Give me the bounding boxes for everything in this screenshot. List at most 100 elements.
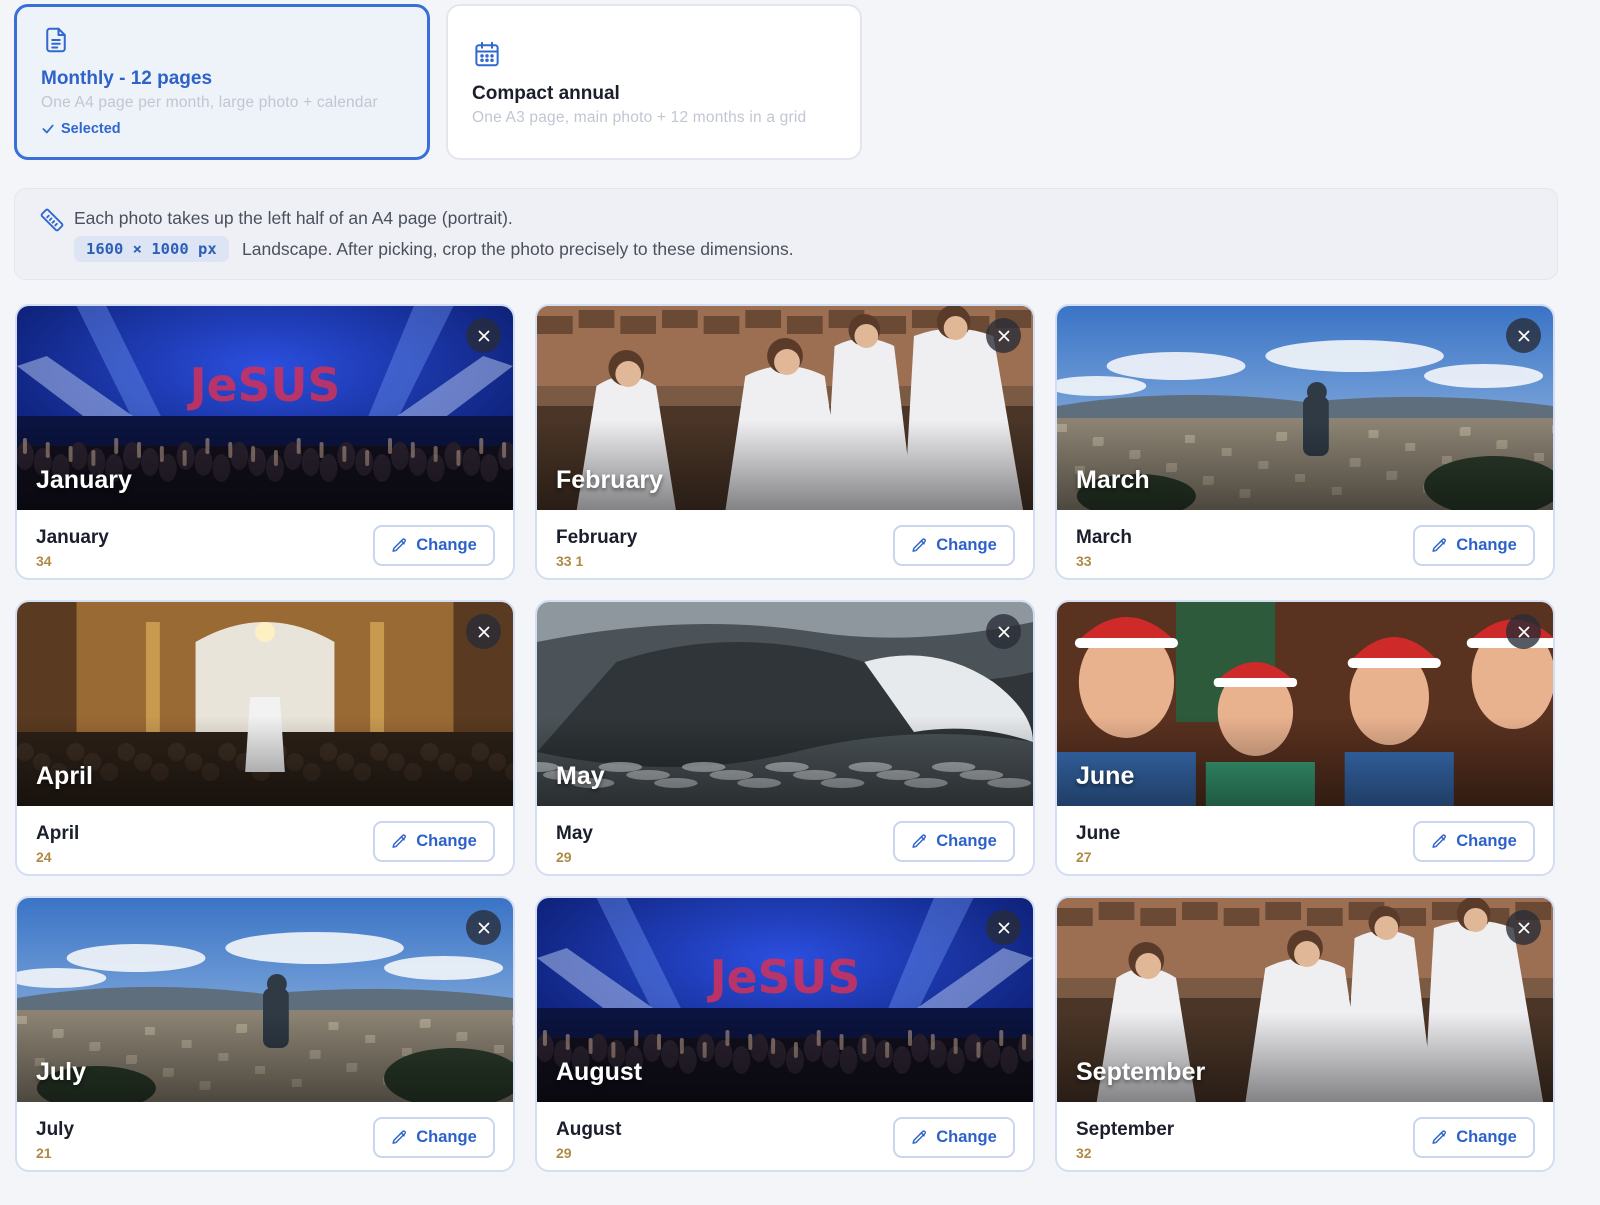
- change-photo-button[interactable]: Change: [893, 525, 1015, 566]
- photo-month-label: May: [556, 762, 605, 790]
- card-footer: August 29 Change: [537, 1102, 1033, 1170]
- photo-month-label: June: [1076, 762, 1135, 790]
- month-name: September: [1076, 1119, 1175, 1140]
- card-footer: April 24 Change: [17, 806, 513, 874]
- month-photo[interactable]: May: [537, 602, 1033, 806]
- change-label: Change: [416, 536, 477, 554]
- card-footer: July 21 Change: [17, 1102, 513, 1170]
- month-photo[interactable]: February: [537, 306, 1033, 510]
- change-photo-button[interactable]: Change: [1413, 525, 1535, 566]
- pencil-icon: [912, 538, 927, 552]
- month-photo[interactable]: September: [1057, 898, 1553, 1102]
- pencil-icon: [912, 1130, 927, 1144]
- month-card: March March 33 Change: [1055, 304, 1555, 580]
- remove-photo-button[interactable]: [466, 614, 501, 649]
- photo-month-label: February: [556, 466, 663, 494]
- photo-month-label: August: [556, 1058, 643, 1086]
- card-footer: March 33 Change: [1057, 510, 1553, 578]
- photo-count: 27: [1076, 849, 1092, 865]
- month-photo[interactable]: March: [1057, 306, 1553, 510]
- photo-count: 29: [556, 1145, 572, 1161]
- pencil-icon: [392, 834, 407, 848]
- photo-count: 34: [36, 553, 52, 569]
- change-photo-button[interactable]: Change: [373, 525, 495, 566]
- ruler-icon: [40, 208, 64, 232]
- check-icon: [42, 124, 54, 134]
- card-footer: September 32 Change: [1057, 1102, 1553, 1170]
- change-photo-button[interactable]: Change: [893, 1117, 1015, 1158]
- remove-photo-button[interactable]: [986, 318, 1021, 353]
- month-card: July July 21 Change: [15, 896, 515, 1172]
- photo-month-label: September: [1076, 1058, 1206, 1086]
- month-name: August: [556, 1119, 622, 1140]
- month-card: JeSUS August August 29 Change: [535, 896, 1035, 1172]
- close-icon: [998, 330, 1009, 341]
- layout-option-compact[interactable]: Compact annual One A3 page, main photo +…: [446, 4, 862, 160]
- change-label: Change: [416, 832, 477, 850]
- pencil-icon: [912, 834, 927, 848]
- change-label: Change: [416, 1128, 477, 1146]
- info-text: Each photo takes up the left half of an …: [74, 208, 513, 228]
- remove-photo-button[interactable]: [466, 318, 501, 353]
- change-photo-button[interactable]: Change: [893, 821, 1015, 862]
- change-photo-button[interactable]: Change: [373, 821, 495, 862]
- info-text-secondary: Landscape. After picking, crop the photo…: [242, 239, 794, 259]
- remove-photo-button[interactable]: [1506, 318, 1541, 353]
- month-name: May: [556, 823, 593, 844]
- photo-count: 33 1: [556, 553, 584, 569]
- calendar-icon: [475, 41, 499, 67]
- close-icon: [478, 626, 489, 637]
- month-name: January: [36, 527, 109, 548]
- month-photo[interactable]: JeSUS January: [17, 306, 513, 510]
- month-photo[interactable]: July: [17, 898, 513, 1102]
- month-name: June: [1076, 823, 1121, 844]
- month-name: April: [36, 823, 80, 844]
- change-photo-button[interactable]: Change: [1413, 821, 1535, 862]
- change-label: Change: [1456, 1128, 1517, 1146]
- remove-photo-button[interactable]: [986, 614, 1021, 649]
- change-photo-button[interactable]: Change: [1413, 1117, 1535, 1158]
- pencil-icon: [392, 538, 407, 552]
- month-card: April April 24 Change: [15, 600, 515, 876]
- change-photo-button[interactable]: Change: [373, 1117, 495, 1158]
- month-card: May May 29 Change: [535, 600, 1035, 876]
- change-label: Change: [936, 536, 997, 554]
- close-icon: [1518, 330, 1529, 341]
- month-card: JeSUS January January 34 Change: [15, 304, 515, 580]
- photo-count: 33: [1076, 553, 1092, 569]
- month-name: July: [36, 1119, 75, 1140]
- month-card: September September 32 Change: [1055, 896, 1555, 1172]
- photo-count: 32: [1076, 1145, 1092, 1161]
- change-label: Change: [936, 1128, 997, 1146]
- photo-count: 24: [36, 849, 52, 865]
- pencil-icon: [1432, 834, 1447, 848]
- layout-option-title: Monthly - 12 pages: [41, 68, 213, 89]
- photo-month-label: March: [1076, 466, 1150, 494]
- layout-option-monthly[interactable]: Monthly - 12 pages One A4 page per month…: [14, 4, 430, 160]
- close-icon: [478, 330, 489, 341]
- remove-photo-button[interactable]: [466, 910, 501, 945]
- card-footer: February 33 1 Change: [537, 510, 1033, 578]
- svg-text:JeSUS: JeSUS: [187, 358, 341, 412]
- card-footer: May 29 Change: [537, 806, 1033, 874]
- photo-month-label: July: [36, 1058, 87, 1086]
- card-footer: January 34 Change: [17, 510, 513, 578]
- info-panel: Each photo takes up the left half of an …: [14, 188, 1558, 280]
- close-icon: [1518, 626, 1529, 637]
- close-icon: [998, 922, 1009, 933]
- remove-photo-button[interactable]: [986, 910, 1021, 945]
- month-photo[interactable]: June: [1057, 602, 1553, 806]
- month-photo[interactable]: JeSUS August: [537, 898, 1033, 1102]
- month-card: February February 33 1 Change: [535, 304, 1035, 580]
- pencil-icon: [392, 1130, 407, 1144]
- svg-text:JeSUS: JeSUS: [707, 950, 861, 1004]
- month-card: June June 27 Change: [1055, 600, 1555, 876]
- month-photo[interactable]: April: [17, 602, 513, 806]
- remove-photo-button[interactable]: [1506, 910, 1541, 945]
- change-label: Change: [1456, 832, 1517, 850]
- layout-option-description: One A3 page, main photo + 12 months in a…: [472, 109, 807, 126]
- remove-photo-button[interactable]: [1506, 614, 1541, 649]
- layout-option-description: One A4 page per month, large photo + cal…: [41, 94, 378, 111]
- selected-indicator: Selected: [41, 121, 121, 137]
- photo-month-label: April: [36, 762, 93, 790]
